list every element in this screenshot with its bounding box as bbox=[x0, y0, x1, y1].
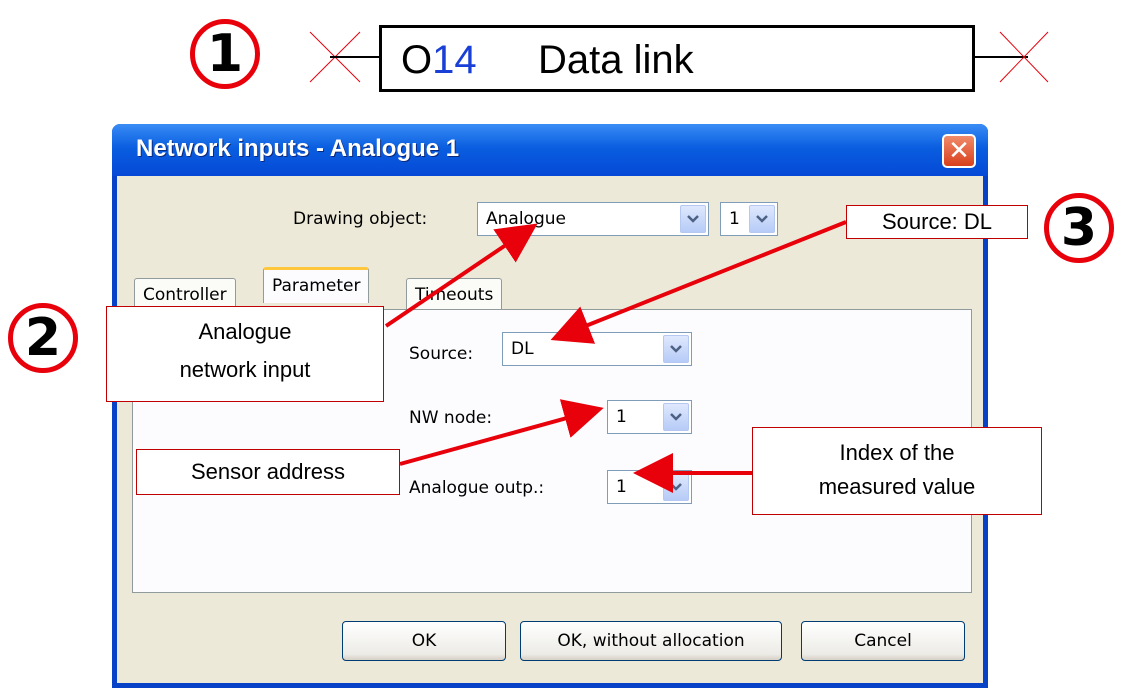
source-label: Source: bbox=[409, 344, 474, 364]
block-label: Data link bbox=[538, 38, 694, 82]
analogue-outp-label: Analogue outp.: bbox=[409, 478, 545, 498]
drawing-object-index-select[interactable]: 1 bbox=[720, 202, 778, 236]
close-icon[interactable]: ✕ bbox=[942, 134, 976, 168]
chevron-down-icon[interactable] bbox=[663, 403, 689, 431]
chevron-down-icon[interactable] bbox=[663, 473, 689, 501]
analogue-outp-select[interactable]: 1 bbox=[607, 470, 692, 504]
dialog-title: Network inputs - Analogue 1 bbox=[136, 135, 460, 162]
drawing-object-label: Drawing object: bbox=[293, 209, 428, 229]
ok-without-allocation-button[interactable]: OK, without allocation bbox=[520, 621, 782, 661]
drawing-object-select[interactable]: Analogue bbox=[477, 202, 709, 236]
callout-sensor-address: Sensor address bbox=[136, 449, 400, 495]
cancel-button[interactable]: Cancel bbox=[801, 621, 965, 661]
tab-parameter[interactable]: Parameter bbox=[263, 267, 370, 303]
chevron-down-icon[interactable] bbox=[663, 335, 689, 363]
marker-1: 1 bbox=[190, 19, 260, 89]
marker-3: 3 bbox=[1044, 193, 1114, 263]
nw-node-select[interactable]: 1 bbox=[607, 400, 692, 434]
chevron-down-icon[interactable] bbox=[680, 205, 706, 233]
marker-2: 2 bbox=[8, 303, 78, 373]
callout-index-measured-value: Index of the measured value bbox=[752, 427, 1042, 515]
data-link-block: O14 Data link bbox=[379, 25, 975, 92]
block-id: O14 bbox=[401, 38, 477, 82]
source-select[interactable]: DL bbox=[502, 332, 692, 366]
dialog-titlebar[interactable]: Network inputs - Analogue 1 ✕ bbox=[112, 124, 988, 176]
ok-button[interactable]: OK bbox=[342, 621, 506, 661]
nw-node-label: NW node: bbox=[409, 408, 493, 428]
tab-timeouts[interactable]: Timeouts bbox=[406, 278, 503, 310]
chevron-down-icon[interactable] bbox=[749, 205, 775, 233]
callout-source-dl: Source: DL bbox=[846, 205, 1028, 239]
callout-analogue-network-input: Analogue network input bbox=[106, 306, 384, 402]
